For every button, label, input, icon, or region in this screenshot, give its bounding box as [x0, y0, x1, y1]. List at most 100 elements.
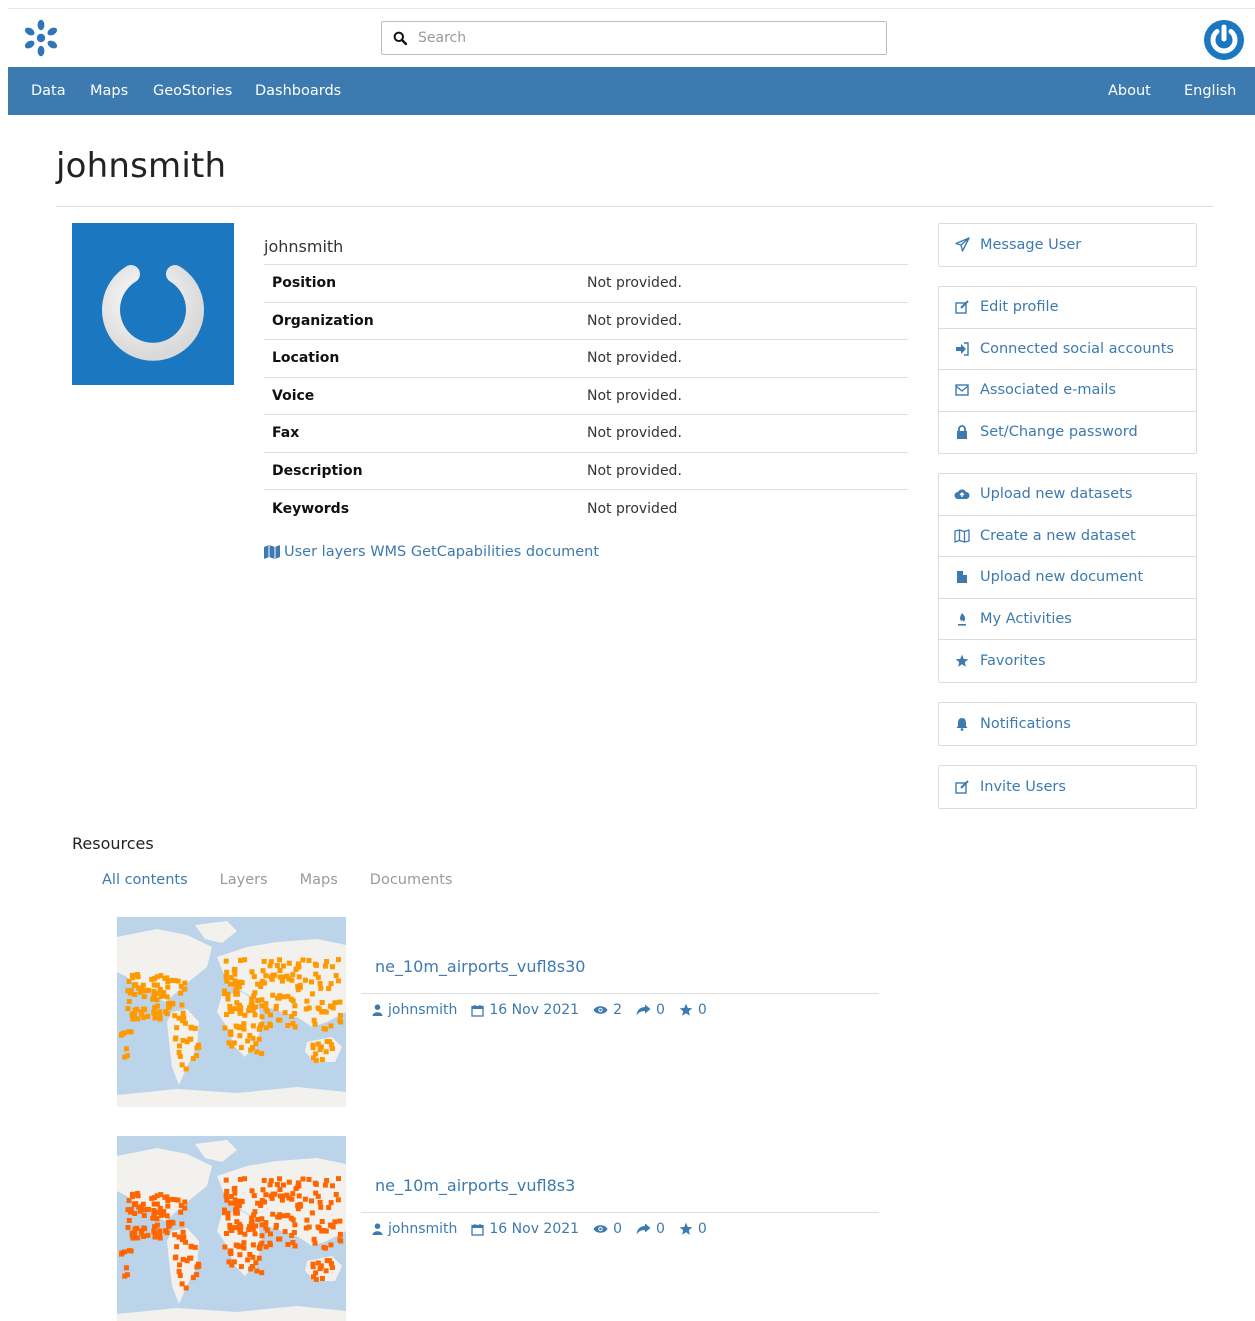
favorites-button[interactable]: Favorites [939, 640, 1196, 682]
date-text: 16 Nov 2021 [489, 1002, 580, 1018]
airport-marker [273, 1006, 279, 1012]
owner-meta[interactable]: johnsmith [372, 1221, 457, 1237]
airport-marker [177, 1262, 182, 1268]
message-user-button[interactable]: Message User [939, 224, 1196, 266]
search-input[interactable] [418, 30, 868, 46]
resource-thumbnail[interactable] [117, 1136, 346, 1321]
sidebar-item-label: Invite Users [980, 778, 1066, 795]
user-avatar-button[interactable] [1203, 19, 1245, 61]
card-divider [361, 993, 879, 994]
airport-marker [295, 965, 301, 971]
airport-marker [165, 1203, 171, 1209]
upload-datasets-button[interactable]: Upload new datasets [939, 474, 1196, 516]
create-dataset-button[interactable]: Create a new dataset [939, 516, 1196, 557]
airport-marker [136, 1204, 142, 1210]
airport-marker [258, 984, 264, 989]
resources-tabs: All contents Layers Maps Documents [102, 872, 484, 888]
airport-marker [319, 1057, 325, 1062]
airport-marker [311, 1236, 317, 1242]
owner-meta[interactable]: johnsmith [372, 1002, 457, 1018]
nav-geostories[interactable]: GeoStories [153, 67, 232, 115]
nav-data[interactable]: Data [31, 67, 66, 115]
change-password-button[interactable]: Set/Change password [939, 412, 1196, 454]
airport-marker [309, 991, 315, 997]
airport-marker [179, 1002, 185, 1008]
resource-title[interactable]: ne_10m_airports_vufl8s3 [375, 1176, 575, 1195]
airport-marker [126, 1218, 132, 1223]
airport-marker [151, 989, 157, 994]
airport-marker [289, 1014, 295, 1019]
file-icon [954, 569, 970, 585]
search-icon [382, 31, 418, 45]
airport-marker [256, 1245, 262, 1251]
airport-marker [313, 1181, 319, 1187]
my-activities-button[interactable]: My Activities [939, 599, 1196, 640]
title-divider [56, 206, 1213, 207]
airport-marker [178, 1209, 184, 1215]
resource-title[interactable]: ne_10m_airports_vufl8s30 [375, 957, 585, 976]
airport-marker [123, 1046, 129, 1052]
sidebar-group-account: Edit profile Connected social accounts A… [938, 286, 1197, 454]
sidebar-group-message: Message User [938, 223, 1197, 267]
info-row-fax: Fax Not provided. [264, 415, 908, 453]
search-box[interactable] [381, 21, 887, 55]
airport-marker [313, 1051, 319, 1057]
sidebar-item-label: Associated e-mails [980, 382, 1116, 399]
tab-maps[interactable]: Maps [300, 872, 338, 888]
airport-marker [313, 962, 319, 968]
wms-capabilities-link[interactable]: User layers WMS GetCapabilities document [264, 544, 599, 560]
edit-profile-button[interactable]: Edit profile [939, 287, 1196, 329]
airport-marker [326, 986, 332, 991]
airport-marker [328, 1003, 333, 1009]
airport-marker [321, 1025, 327, 1031]
nav-language[interactable]: English [1184, 67, 1236, 115]
airport-marker [234, 1000, 240, 1006]
upload-document-button[interactable]: Upload new document [939, 557, 1196, 599]
sidebar-item-label: Upload new datasets [980, 486, 1133, 503]
airport-marker [275, 1214, 281, 1220]
airport-marker [277, 1187, 283, 1192]
airport-marker [165, 984, 171, 990]
airport-marker [222, 1244, 228, 1250]
airport-marker [122, 1054, 128, 1060]
airport-marker [318, 985, 324, 991]
airport-marker [177, 1054, 183, 1059]
sign-in-icon [954, 341, 970, 357]
info-row-description: Description Not provided. [264, 453, 908, 490]
airport-marker [259, 1233, 265, 1239]
airport-marker [177, 1043, 182, 1049]
land-shape [195, 1140, 237, 1162]
tab-documents[interactable]: Documents [370, 872, 453, 888]
info-value: Not provided. [587, 350, 682, 367]
resource-card: ne_10m_airports_vufl8s30 johnsmith 16 No… [117, 917, 879, 1107]
envelope-icon [954, 382, 970, 398]
airport-marker [322, 1009, 328, 1015]
geonode-logo[interactable] [22, 19, 60, 57]
resource-thumbnail[interactable] [117, 917, 346, 1107]
airport-marker [238, 1264, 244, 1270]
airport-marker [282, 1010, 288, 1016]
invite-users-button[interactable]: Invite Users [939, 766, 1196, 808]
tab-layers[interactable]: Layers [220, 872, 268, 888]
connected-social-accounts-button[interactable]: Connected social accounts [939, 329, 1196, 370]
airport-marker [141, 988, 147, 994]
notifications-button[interactable]: Notifications [939, 703, 1196, 745]
airport-marker [328, 1023, 334, 1029]
airport-marker [177, 1273, 183, 1278]
associated-emails-button[interactable]: Associated e-mails [939, 370, 1196, 412]
airport-marker [270, 1211, 276, 1217]
nav-dashboards[interactable]: Dashboards [255, 67, 341, 115]
nav-about[interactable]: About [1108, 67, 1151, 115]
airport-marker [277, 1236, 283, 1242]
sidebar-item-label: Connected social accounts [980, 340, 1174, 357]
owner-name: johnsmith [388, 1002, 458, 1018]
airport-marker [224, 978, 230, 984]
airport-marker [228, 1008, 234, 1014]
eye-icon [593, 1225, 608, 1233]
airport-marker [151, 1208, 157, 1213]
airport-marker [253, 1223, 258, 1229]
tab-all-contents[interactable]: All contents [102, 872, 188, 888]
resources-heading: Resources [72, 834, 154, 853]
nav-maps[interactable]: Maps [90, 67, 128, 115]
airport-marker [153, 1201, 159, 1207]
